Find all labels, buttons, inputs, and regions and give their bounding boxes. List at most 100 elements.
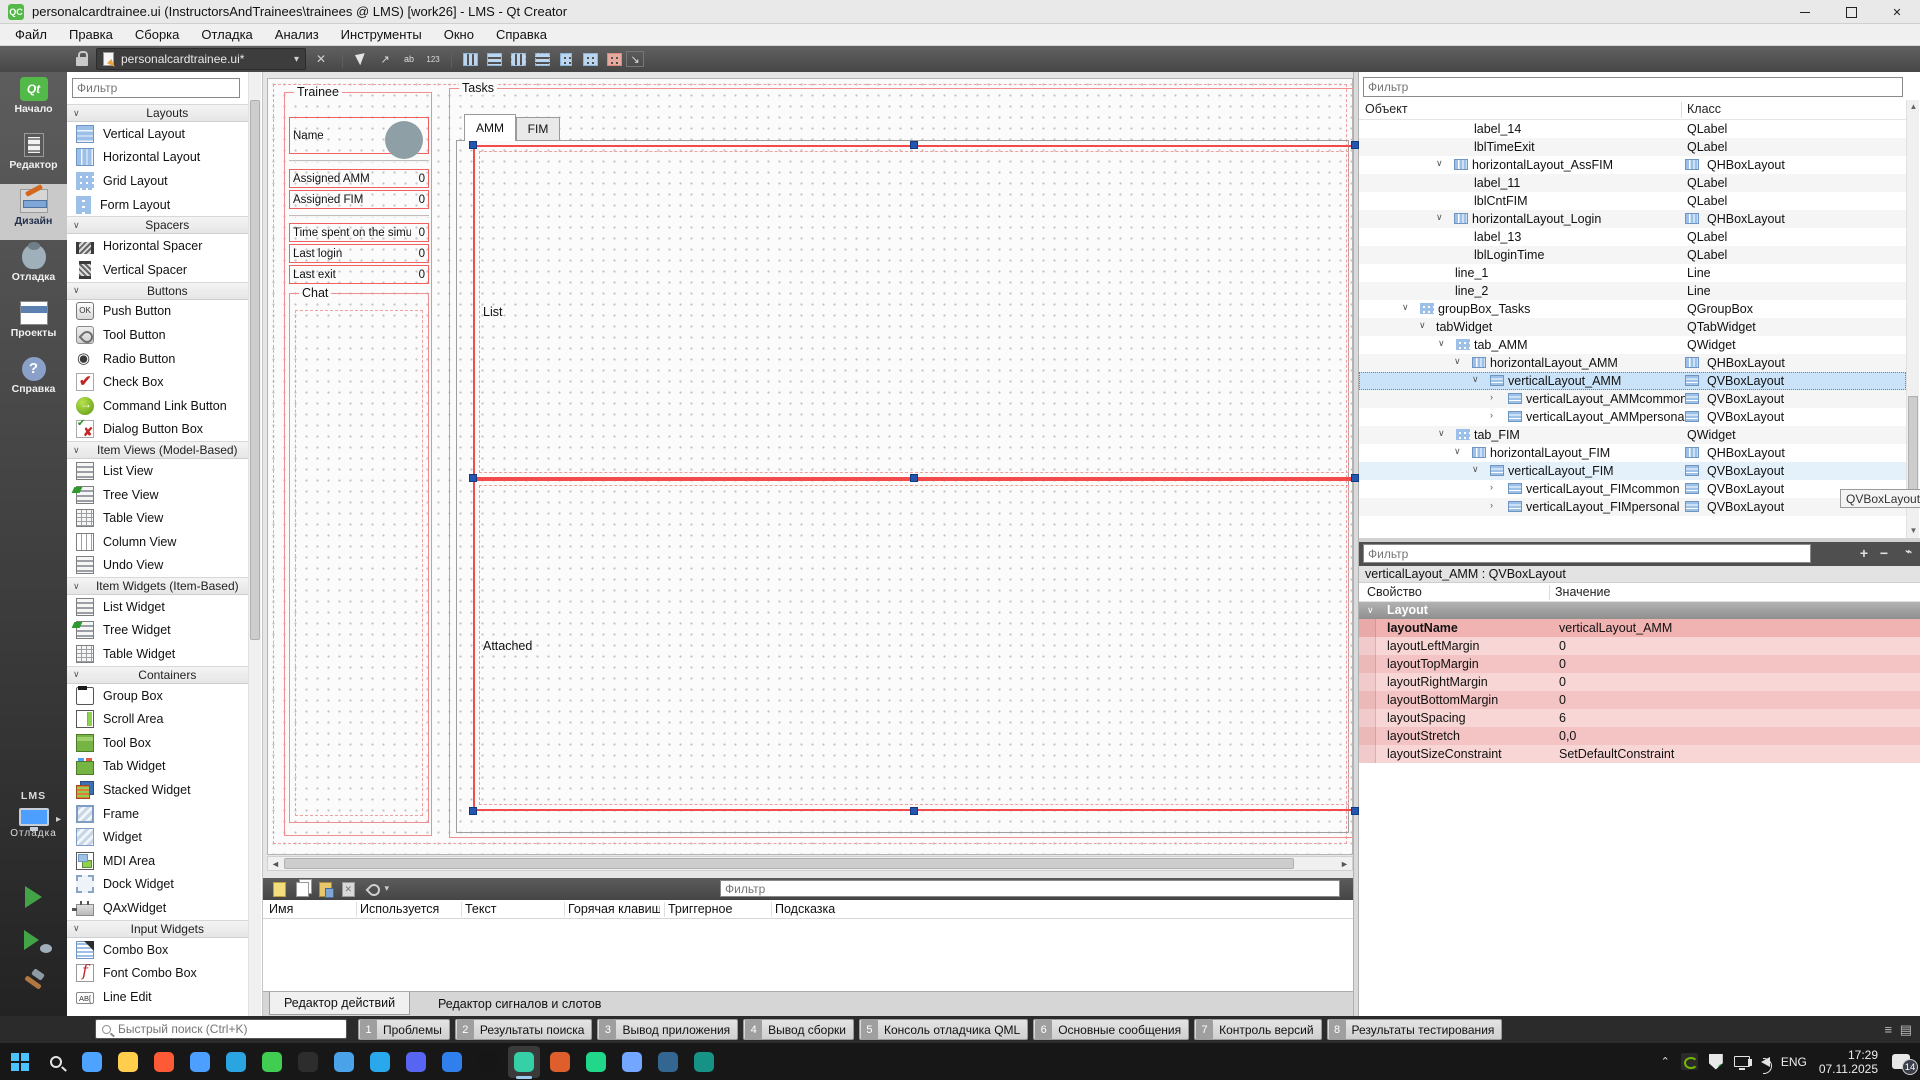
tray-expand-icon[interactable]: ⌃ [1661, 1055, 1670, 1068]
property-value[interactable]: 6 [1559, 711, 1566, 725]
category-Containers[interactable]: ∨Containers [67, 666, 249, 684]
category-Spacers[interactable]: ∨Spacers [67, 216, 249, 234]
widget-item-radio-button[interactable]: Radio Button [67, 347, 249, 371]
output-pane-6[interactable]: 6Основные сообщения [1033, 1019, 1189, 1040]
tree-row-lblLoginTime[interactable]: lblLoginTimeQLabel [1359, 246, 1906, 264]
property-row-layoutName[interactable]: layoutNameverticalLayout_AMM [1359, 619, 1920, 637]
chevron-expanded-icon[interactable]: ∨ [1438, 338, 1445, 349]
widget-item-horizontal-layout[interactable]: Horizontal Layout [67, 146, 249, 170]
widget-item-horizontal-spacer[interactable]: Horizontal Spacer [67, 234, 249, 258]
delete-action-icon[interactable] [342, 882, 355, 897]
category-Buttons[interactable]: ∨Buttons [67, 282, 249, 300]
menu-Сборка[interactable]: Сборка [124, 24, 191, 46]
resize-handle[interactable] [910, 807, 918, 815]
mode-debug[interactable]: Отладка [0, 240, 67, 296]
taskbar-x-app-icon[interactable] [472, 1046, 504, 1078]
tree-row-label_13[interactable]: label_13QLabel [1359, 228, 1906, 246]
kit-expand-arrow-icon[interactable]: ▸ [56, 814, 61, 825]
last-exit-row[interactable]: Last exit 0 [289, 265, 429, 284]
widget-item-line-edit[interactable]: Line Edit [67, 985, 249, 1009]
configure-properties-icon[interactable]: ⌁ [1905, 545, 1912, 558]
widget-item-scroll-area[interactable]: Scroll Area [67, 707, 249, 731]
taskbar-qt-creator-icon[interactable] [508, 1046, 540, 1078]
widget-item-mdi-area[interactable]: MDI Area [67, 849, 249, 873]
widget-item-vertical-layout[interactable]: Vertical Layout [67, 122, 249, 146]
taskbar-discord-icon[interactable] [400, 1046, 432, 1078]
tree-row-label_11[interactable]: label_11QLabel [1359, 174, 1906, 192]
edit-buddies-icon[interactable]: ab [397, 48, 421, 70]
widget-item-column-view[interactable]: Column View [67, 530, 249, 554]
menu-Инструменты[interactable]: Инструменты [330, 24, 433, 46]
tab-fim[interactable]: FIM [516, 117, 560, 141]
taskbar-terminal-icon[interactable] [292, 1046, 324, 1078]
output-pane-5[interactable]: 5Консоль отладчика QML [859, 1019, 1028, 1040]
widget-item-dock-widget[interactable]: Dock Widget [67, 873, 249, 897]
widget-item-combo-box[interactable]: Combo Box [67, 938, 249, 962]
groupbox-chat[interactable]: Chat [289, 293, 429, 823]
category-Item Views (Model-Based)[interactable]: ∨Item Views (Model-Based) [67, 441, 249, 459]
resize-handle[interactable] [1351, 807, 1359, 815]
tree-row-lblCntFIM[interactable]: lblCntFIMQLabel [1359, 192, 1906, 210]
layout-grid-icon[interactable] [578, 48, 602, 70]
splitter-vertical-icon[interactable] [530, 48, 554, 70]
tree-row-horizontalLayout_Login[interactable]: ∨horizontalLayout_LoginQHBoxLayout [1359, 210, 1906, 228]
tree-row-verticalLayout_FIM[interactable]: ∨verticalLayout_FIMQVBoxLayout [1359, 462, 1906, 480]
category-Item Widgets (Item-Based)[interactable]: ∨Item Widgets (Item-Based) [67, 577, 249, 595]
tree-row-lblTimeExit[interactable]: lblTimeExitQLabel [1359, 138, 1906, 156]
chevron-collapsed-icon[interactable]: › [1490, 392, 1493, 402]
output-panes-menu-icon[interactable]: ≡ ▤ [1885, 1022, 1914, 1038]
tree-row-tab_FIM[interactable]: ∨tab_FIMQWidget [1359, 426, 1906, 444]
property-value[interactable]: 0 [1559, 639, 1566, 653]
property-row-layoutSizeConstraint[interactable]: layoutSizeConstraintSetDefaultConstraint [1359, 745, 1920, 763]
resize-handle[interactable] [469, 141, 477, 149]
taskbar-explorer-icon[interactable] [112, 1046, 144, 1078]
taskbar-vscode-icon[interactable] [436, 1046, 468, 1078]
chevron-expanded-icon[interactable]: ∨ [1472, 374, 1479, 385]
menu-Справка[interactable]: Справка [485, 24, 558, 46]
chevron-expanded-icon[interactable]: ∨ [1472, 464, 1479, 475]
notification-icon[interactable]: 14 [1892, 1054, 1910, 1069]
taskbar-pgadmin-icon[interactable] [652, 1046, 684, 1078]
mode-projects[interactable]: Проекты [0, 296, 67, 352]
action-column-1[interactable]: Используется [360, 900, 457, 919]
property-row-layoutBottomMargin[interactable]: layoutBottomMargin0 [1359, 691, 1920, 709]
scroll-thumb[interactable] [284, 858, 1294, 869]
widget-item-frame[interactable]: Frame [67, 802, 249, 826]
widget-item-table-view[interactable]: Table View [67, 506, 249, 530]
taskbar-clion-icon[interactable] [580, 1046, 612, 1078]
output-pane-1[interactable]: 1Проблемы [358, 1019, 450, 1040]
assigned-fim-row[interactable]: Assigned FIM 0 [289, 190, 429, 209]
tree-row-tab_AMM[interactable]: ∨tab_AMMQWidget [1359, 336, 1906, 354]
tree-row-horizontalLayout_AMM[interactable]: ∨horizontalLayout_AMMQHBoxLayout [1359, 354, 1906, 372]
widget-item-font-combo-box[interactable]: Font Combo Box [67, 961, 249, 985]
property-value[interactable]: 0 [1559, 693, 1566, 707]
property-value[interactable]: 0 [1559, 657, 1566, 671]
menu-Окно[interactable]: Окно [433, 24, 485, 46]
layout-vertical-icon[interactable] [482, 48, 506, 70]
splitter-horizontal-icon[interactable] [506, 48, 530, 70]
tree-row-groupBox_Tasks[interactable]: ∨groupBox_TasksQGroupBox [1359, 300, 1906, 318]
tree-row-line_2[interactable]: line_2Line [1359, 282, 1906, 300]
mode-design[interactable]: Дизайн [0, 184, 67, 240]
action-column-2[interactable]: Текст [465, 900, 560, 919]
form-canvas[interactable]: Trainee Name Assigned AMM 0 Assigned FIM… [267, 78, 1353, 855]
taskbar-chrome-icon[interactable] [184, 1046, 216, 1078]
tree-row-horizontalLayout_AssFIM[interactable]: ∨horizontalLayout_AssFIMQHBoxLayout [1359, 156, 1906, 174]
open-document-selector[interactable]: personalcardtrainee.ui* ▾ [96, 48, 306, 70]
object-inspector-filter-input[interactable] [1363, 77, 1903, 97]
property-row-layoutStretch[interactable]: layoutStretch0,0 [1359, 727, 1920, 745]
tree-row-label_14[interactable]: label_14QLabel [1359, 120, 1906, 138]
build-button[interactable] [22, 970, 46, 990]
menu-Отладка[interactable]: Отладка [190, 24, 263, 46]
widget-item-vertical-spacer[interactable]: Vertical Spacer [67, 258, 249, 282]
column-object[interactable]: Объект [1365, 102, 1408, 116]
property-row-layoutTopMargin[interactable]: layoutTopMargin0 [1359, 655, 1920, 673]
configure-actions-icon[interactable] [365, 881, 381, 897]
category-Input Widgets[interactable]: ∨Input Widgets [67, 920, 249, 938]
scroll-down-icon[interactable]: ▼ [1907, 524, 1920, 538]
edit-signals-slots-icon[interactable]: ↗ [373, 48, 397, 70]
taskbar-search-icon[interactable] [40, 1046, 72, 1078]
resize-handle[interactable] [1351, 141, 1359, 149]
mode-qt-welcome[interactable]: QtНачало [0, 72, 67, 128]
tree-row-tabWidget[interactable]: ∨tabWidgetQTabWidget [1359, 318, 1906, 336]
